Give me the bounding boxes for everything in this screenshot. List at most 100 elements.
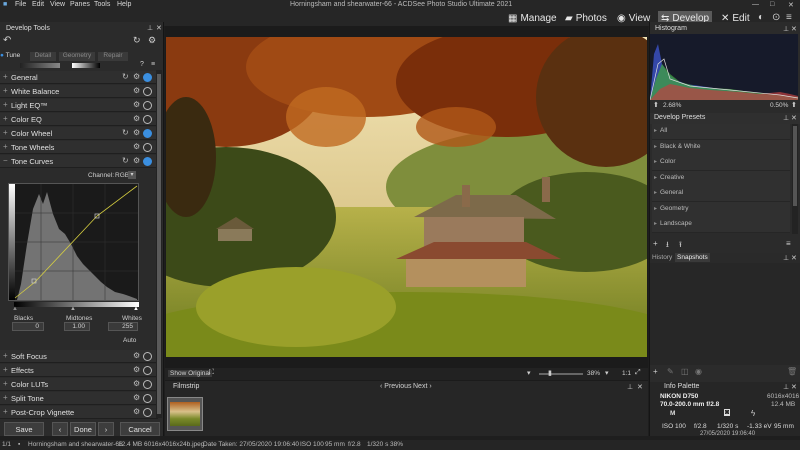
import-icon[interactable]: ⭳ — [666, 239, 669, 253]
highlight-clip-icon[interactable]: ⬆ — [791, 101, 797, 109]
zoom-slider[interactable] — [539, 373, 583, 375]
mode-photos[interactable]: ▰ Photos — [565, 11, 607, 25]
midtones-handle[interactable]: ▲ — [70, 306, 76, 312]
whites-handle[interactable]: ▲ — [133, 306, 139, 312]
toggle-off-icon[interactable] — [143, 143, 152, 152]
menu-panes[interactable]: Panes — [70, 1, 90, 8]
left-scrollbar[interactable] — [156, 70, 162, 418]
toggle-off-icon[interactable] — [143, 115, 152, 124]
reset-icon[interactable]: ↻ — [122, 128, 129, 137]
gradient-slider[interactable] — [20, 63, 60, 68]
section-color-eq[interactable]: + Color EQ ⚙ — [0, 113, 158, 126]
snapshots-pin-icon[interactable]: ⊥ — [783, 254, 789, 262]
gear-icon[interactable]: ⚙ — [133, 365, 140, 374]
delete-snapshot-icon[interactable]: 🗑 — [787, 367, 797, 376]
channel-select[interactable]: RGB — [115, 172, 129, 179]
tab-tune[interactable]: ● Tune — [0, 52, 30, 61]
rename-snapshot-icon[interactable]: ✎ — [667, 367, 674, 376]
export-icon[interactable]: ⭱ — [679, 239, 682, 253]
maximize-icon[interactable]: □ — [770, 1, 774, 8]
preset-geometry[interactable]: ▸ Geometry — [652, 202, 790, 218]
gear-icon[interactable]: ⚙ — [133, 393, 140, 402]
tab-repair[interactable]: Repair — [98, 52, 128, 61]
gear-icon[interactable]: ⚙ — [133, 407, 140, 416]
section-split-tone[interactable]: + Split Tone ⚙ — [0, 392, 158, 405]
section-color-luts[interactable]: + Color LUTs ⚙ — [0, 378, 158, 391]
toggle-off-icon[interactable] — [143, 366, 152, 375]
compare-icon[interactable]: ◫ — [681, 367, 689, 376]
preset-creative[interactable]: ▸ Creative — [652, 171, 790, 187]
section-color-wheel[interactable]: + Color Wheel ↻ ⚙ — [0, 127, 158, 140]
presets-menu-icon[interactable]: ≡ — [786, 239, 791, 248]
mode-manage[interactable]: ▦ Manage — [508, 11, 557, 25]
presets-scrollbar[interactable] — [792, 124, 798, 234]
filmstrip-thumbnail[interactable] — [167, 397, 203, 431]
gear-icon[interactable]: ⚙ — [133, 128, 140, 137]
reset-all-icon[interactable]: ↻ — [133, 35, 141, 46]
fit-icon[interactable]: ⛶ — [209, 369, 214, 377]
toggle-off-icon[interactable] — [143, 101, 152, 110]
section-general[interactable]: + General ↻ ⚙ — [0, 71, 158, 84]
menu-view[interactable]: View — [50, 1, 65, 8]
preset-general[interactable]: ▸ General — [652, 186, 790, 202]
section-tone-curves[interactable]: − Tone Curves ↻ ⚙ — [0, 155, 158, 168]
snapshots-close-icon[interactable]: ✕ — [791, 254, 797, 262]
presets-close-icon[interactable]: ✕ — [791, 114, 797, 122]
apply-icon[interactable]: ◉ — [695, 367, 702, 376]
filmstrip-close-icon[interactable]: ✕ — [637, 383, 643, 391]
info-pin-icon[interactable]: ⊥ — [783, 383, 789, 391]
preset-color[interactable]: ▸ Color — [652, 155, 790, 171]
curve-svg[interactable] — [9, 184, 138, 300]
next-image-button[interactable]: › — [98, 422, 114, 436]
done-button[interactable]: Done — [70, 422, 96, 436]
add-preset-icon[interactable]: + — [653, 239, 658, 248]
histogram-pin-icon[interactable]: ⊥ — [783, 25, 789, 33]
minimize-icon[interactable]: — — [752, 1, 759, 8]
gear-icon[interactable]: ⚙ — [133, 86, 140, 95]
close-icon[interactable]: ✕ — [788, 1, 794, 9]
presets-pin-icon[interactable]: ⊥ — [783, 114, 789, 122]
gear-icon[interactable]: ⚙ — [133, 379, 140, 388]
info-close-icon[interactable]: ✕ — [791, 383, 797, 391]
section-light-eq[interactable]: + Light EQ™ ⚙ — [0, 99, 158, 112]
menu-file[interactable]: File — [15, 1, 26, 8]
filmstrip-pin-icon[interactable]: ⊥ — [627, 383, 633, 391]
toggle-off-icon[interactable] — [143, 352, 152, 361]
cancel-button[interactable]: Cancel — [120, 422, 160, 436]
gear-icon[interactable]: ⚙ — [133, 351, 140, 360]
mode-view[interactable]: ◉ View — [617, 11, 650, 25]
section-tone-wheels[interactable]: + Tone Wheels ⚙ — [0, 141, 158, 154]
prev-image-button[interactable]: ‹ — [52, 422, 68, 436]
gear-icon[interactable]: ⚙ — [133, 114, 140, 123]
undo-icon[interactable]: ↶ — [3, 35, 11, 46]
auto-button[interactable]: Auto — [123, 337, 136, 344]
preset-black-white[interactable]: ▸ Black & White — [652, 140, 790, 156]
chevron-down-icon[interactable]: ▾ — [128, 171, 136, 179]
toggle-on-icon[interactable] — [143, 157, 152, 166]
save-button[interactable]: Save — [4, 422, 44, 436]
app-icon[interactable]: ■ — [3, 1, 7, 8]
tab-geometry[interactable]: Geometry — [59, 52, 95, 61]
toggle-off-icon[interactable] — [143, 87, 152, 96]
reset-icon[interactable]: ↻ — [122, 72, 129, 81]
help-icon[interactable]: ? — [140, 61, 144, 68]
tab-history[interactable]: History — [652, 254, 672, 261]
toggle-on-icon[interactable] — [143, 73, 152, 82]
toggle-on-icon[interactable] — [143, 129, 152, 138]
preset-all[interactable]: ▸ All — [652, 124, 790, 140]
gear-icon[interactable]: ⚙ — [133, 156, 140, 165]
filmstrip-previous[interactable]: ‹ Previous — [380, 383, 412, 390]
histogram-close-icon[interactable]: ✕ — [791, 25, 797, 33]
panel-close-icon[interactable]: ✕ — [156, 24, 162, 32]
filmstrip-next[interactable]: Next › — [413, 383, 432, 390]
toggle-off-icon[interactable] — [143, 380, 152, 389]
zoom-menu-icon[interactable]: ▾ — [605, 369, 609, 377]
zoom-handle[interactable]: ▮ — [548, 369, 552, 377]
menu-dots-icon[interactable]: ≡ — [151, 61, 155, 68]
section-effects[interactable]: + Effects ⚙ — [0, 364, 158, 377]
section-soft-focus[interactable]: + Soft Focus ⚙ — [0, 350, 158, 363]
add-snapshot-icon[interactable]: + — [653, 367, 658, 376]
photo-preview[interactable] — [166, 37, 647, 357]
tone-curve-graph[interactable] — [8, 183, 139, 301]
actual-size-button[interactable]: 1:1 — [622, 370, 631, 377]
